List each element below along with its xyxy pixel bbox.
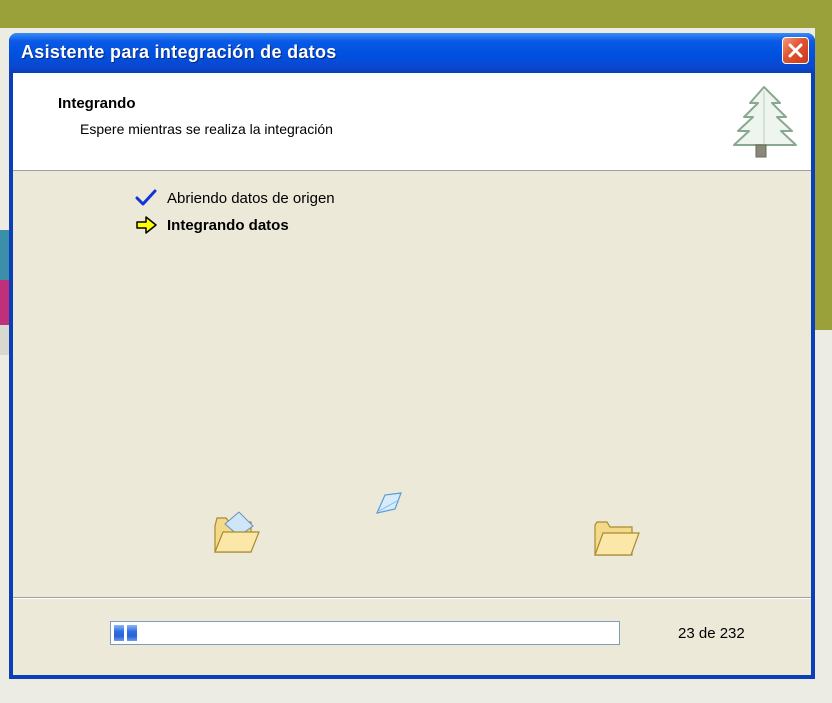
progress-bar — [110, 621, 620, 645]
page-title: Integrando — [58, 95, 136, 112]
footer-separator — [13, 597, 811, 599]
close-button[interactable] — [782, 37, 809, 64]
progress-block — [114, 625, 124, 641]
progress-fill — [114, 625, 137, 641]
flying-document-icon — [375, 492, 402, 514]
desktop-background-right — [815, 0, 832, 330]
wizard-header: Integrando Espere mientras se realiza la… — [13, 73, 811, 171]
close-icon — [788, 43, 803, 58]
step-label: Integrando datos — [167, 216, 289, 234]
page-subtitle: Espere mientras se realiza la integració… — [80, 121, 333, 137]
progress-counter: 23 de 232 — [678, 625, 745, 642]
wizard-dialog: Asistente para integración de datos Inte… — [9, 33, 815, 679]
step-integrate-data: Integrando datos — [135, 216, 289, 234]
arrow-right-icon — [136, 216, 157, 234]
progress-block — [127, 625, 137, 641]
tree-icon — [733, 86, 797, 158]
step-open-source-data: Abriendo datos de origen — [135, 189, 335, 207]
dialog-body: Integrando Espere mientras se realiza la… — [13, 73, 811, 675]
desktop-background-right-lower — [815, 330, 832, 703]
title-bar[interactable]: Asistente para integración de datos — [9, 33, 815, 73]
desktop-background — [0, 0, 832, 28]
source-folder-icon — [214, 511, 260, 553]
step-label: Abriendo datos de origen — [167, 189, 335, 207]
checkmark-icon — [135, 189, 157, 206]
destination-folder-icon — [594, 521, 640, 556]
window-title: Asistente para integración de datos — [21, 42, 337, 62]
